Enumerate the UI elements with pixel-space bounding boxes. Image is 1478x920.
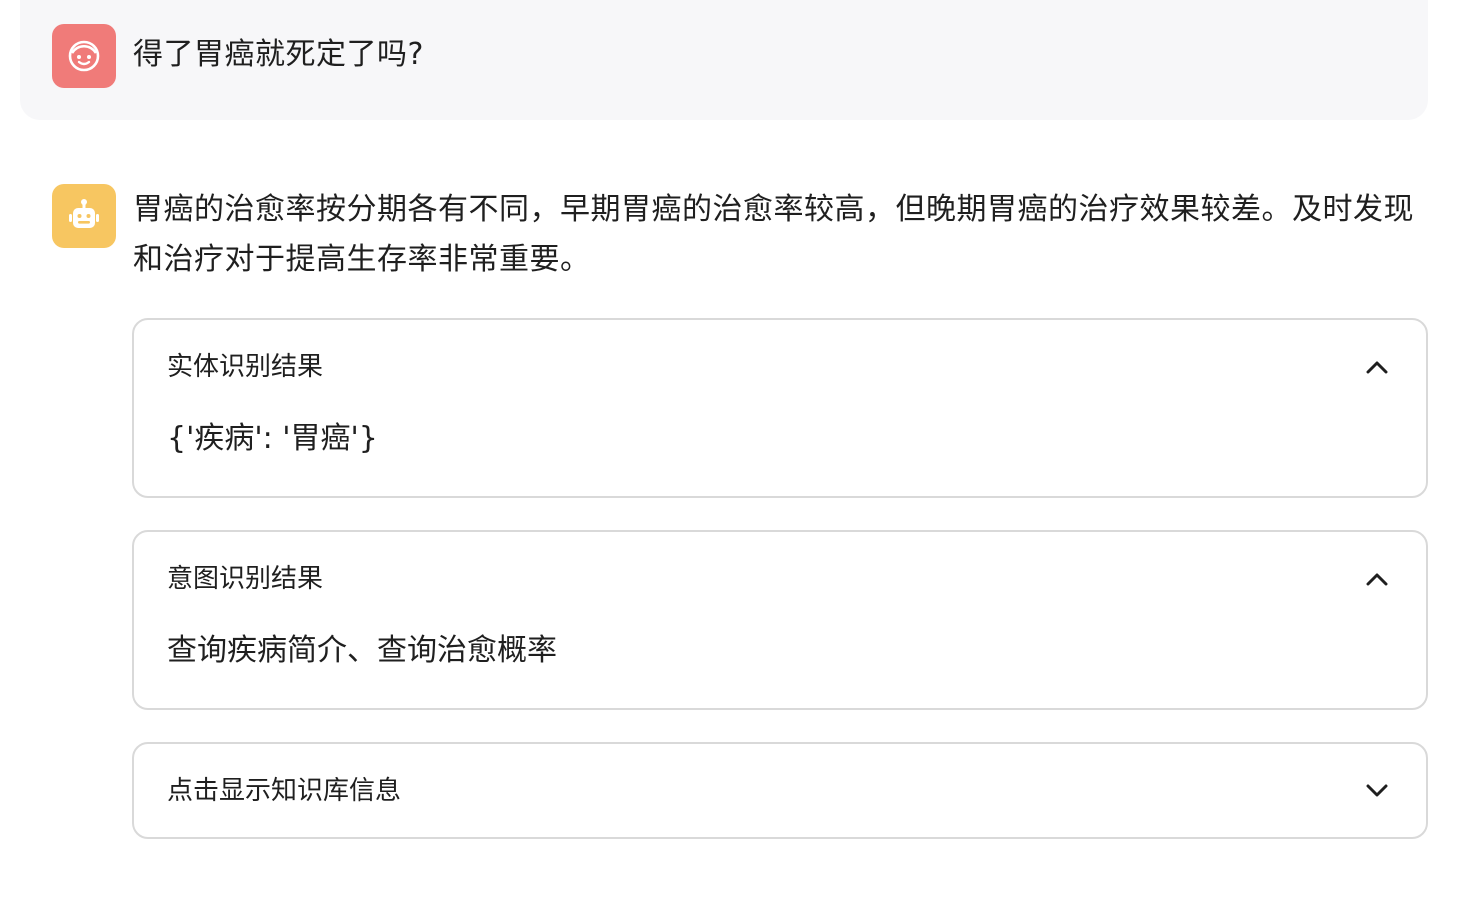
intent-recognition-panel: 意图识别结果 查询疾病简介、查询治愈概率 xyxy=(132,530,1428,710)
bot-avatar xyxy=(52,184,116,248)
chevron-up-icon[interactable] xyxy=(1364,566,1390,592)
chevron-down-icon[interactable] xyxy=(1364,778,1390,804)
panel-content: {'疾病': '胃癌'} xyxy=(167,421,378,456)
chevron-up-icon[interactable] xyxy=(1364,354,1390,380)
entity-recognition-panel: 实体识别结果 {'疾病': '胃癌'} xyxy=(132,318,1428,498)
panel-title[interactable]: 点击显示知识库信息 xyxy=(167,773,401,809)
bot-message-text: 胃癌的治愈率按分期各有不同，早期胃癌的治愈率较高，但晚期胃癌的治疗效果较差。及时… xyxy=(133,192,1414,277)
robot-icon xyxy=(69,199,99,228)
smiley-face-icon xyxy=(68,40,100,72)
panel-content: 查询疾病简介、查询治愈概率 xyxy=(167,633,557,668)
user-avatar xyxy=(52,24,116,88)
user-message-text: 得了胃癌就死定了吗? xyxy=(133,37,424,72)
knowledge-base-panel[interactable]: 点击显示知识库信息 xyxy=(132,742,1428,839)
panel-title[interactable]: 实体识别结果 xyxy=(167,349,323,385)
panel-title[interactable]: 意图识别结果 xyxy=(167,561,323,597)
